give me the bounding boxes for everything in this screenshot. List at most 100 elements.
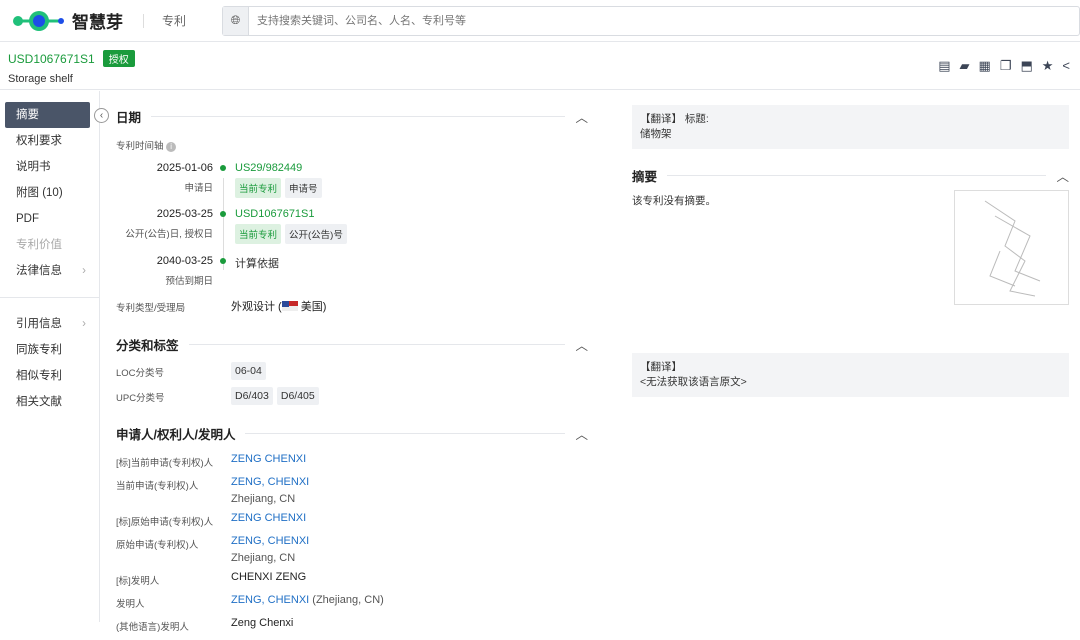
party-link[interactable]: ZENG, CHENXI [231, 594, 309, 606]
collapse-sidebar-button[interactable]: ‹ [94, 108, 109, 123]
sidebar-item-description[interactable]: 说明书 [5, 154, 90, 180]
section-title: 分类和标签 [116, 335, 179, 354]
loc-tag[interactable]: 06-04 [231, 362, 266, 380]
label: UPC分类号 [116, 388, 231, 404]
chevron-right-icon: › [82, 311, 86, 337]
search-input[interactable] [249, 7, 1079, 35]
sidebar-item-figures[interactable]: 附图 (10) [5, 180, 90, 206]
label: 原始申请(专利权)人 [116, 535, 231, 551]
chevron-up-icon[interactable]: ︿ [1056, 166, 1069, 185]
label: 专利时间轴 [116, 141, 164, 152]
us-flag-icon [282, 301, 298, 311]
tag: 公开(公告)号 [285, 224, 347, 244]
section-abstract-header[interactable]: 摘要︿ [632, 163, 1069, 187]
event-link[interactable]: USD1067671S1 [235, 208, 315, 220]
chevron-up-icon[interactable]: ︿ [575, 335, 588, 354]
folder-icon[interactable]: ▰ [960, 58, 970, 74]
divider [143, 14, 144, 28]
translation-text: <无法获取该语言原文> [640, 376, 747, 388]
globe-icon[interactable]: 🌐︎ [223, 7, 249, 35]
party-row: [标]发明人CHENXI ZENG [116, 571, 588, 587]
upc-tag[interactable]: D6/403 [231, 387, 273, 405]
translate-tag: 【翻译】 [640, 113, 682, 125]
sidebar-item-legal[interactable]: 法律信息› [5, 258, 90, 284]
divider [0, 297, 99, 298]
top-bar: 智慧芽 专利 🌐︎ [0, 0, 1080, 42]
section-classification-header[interactable]: 分类和标签 ︿ [116, 332, 588, 356]
party-link[interactable]: ZENG CHENXI [231, 453, 306, 465]
sidebar-item-similar[interactable]: 相似专利 [5, 363, 90, 389]
timeline-dot [220, 258, 226, 264]
party-link[interactable]: ZENG, CHENXI [231, 476, 309, 488]
title-translation: 【翻译】 标题: 储物架 [632, 105, 1069, 149]
save-to-workspace-icon[interactable]: ⬒ [1020, 58, 1032, 74]
patent-number[interactable]: USD1067671S1 [8, 52, 95, 66]
label: [标]当前申请(专利权)人 [116, 453, 231, 469]
upc-tag[interactable]: D6/405 [277, 387, 319, 405]
chevron-right-icon: › [82, 258, 86, 284]
abstract-translation: 【翻译】 <无法获取该语言原文> [632, 353, 1069, 397]
label: 当前申请(专利权)人 [116, 476, 231, 492]
status-badge: 授权 [103, 50, 135, 67]
parties-list: [标]当前申请(专利权)人ZENG CHENXI当前申请(专利权)人ZENG, … [116, 453, 588, 633]
event-date: 2025-01-06 [116, 162, 213, 174]
star-icon[interactable]: ★ [1042, 58, 1054, 74]
timeline-label: 专利时间轴 i [116, 138, 588, 152]
section-title: 日期 [116, 107, 141, 126]
timeline: 2025-01-06 US29/982449 申请日 当前专利申请号 2025-… [116, 156, 588, 296]
tag: 当前专利 [235, 224, 281, 244]
info-icon[interactable]: i [166, 142, 176, 152]
value: ZENG, CHENXI Zhejiang, CN [231, 476, 309, 505]
logo[interactable]: 智慧芽 [12, 8, 123, 33]
timeline-dot [220, 165, 226, 171]
event-link[interactable]: US29/982449 [235, 162, 302, 174]
party-row: 当前申请(专利权)人ZENG, CHENXI Zhejiang, CN [116, 476, 588, 505]
sidebar-item-claims[interactable]: 权利要求 [5, 128, 90, 154]
report-icon[interactable]: ▦ [979, 58, 991, 74]
party-name: CHENXI ZENG [231, 571, 306, 583]
translate-tag: 【翻译】 [640, 361, 682, 373]
export-pdf-icon[interactable]: ▤ [938, 58, 950, 74]
search-box: 🌐︎ [222, 6, 1080, 36]
party-location: Zhejiang, CN [231, 493, 309, 505]
sidebar-item-literature[interactable]: 相关文献 [5, 389, 90, 415]
type: 外观设计 ( [231, 301, 282, 313]
logo-icon [12, 10, 66, 32]
section-dates-header[interactable]: 日期 ︿ [116, 104, 588, 128]
section-title: 申请人/权利人/发明人 [116, 424, 235, 443]
event-date: 2025-03-25 [116, 208, 213, 220]
label: 专利类型/受理局 [116, 298, 231, 314]
share-icon[interactable]: < [1062, 58, 1070, 74]
party-location: (Zhejiang, CN) [309, 594, 384, 606]
patent-drawing-thumbnail[interactable] [954, 190, 1069, 305]
sidebar-item-abstract[interactable]: 摘要 [5, 102, 90, 128]
drawing-image [955, 191, 1068, 304]
timeline-line [223, 178, 224, 270]
label: 发明人 [116, 594, 231, 610]
patent-type-row: 专利类型/受理局外观设计 ( 美国) [116, 298, 588, 314]
party-link[interactable]: ZENG, CHENXI [231, 535, 309, 547]
section-parties-header[interactable]: 申请人/权利人/发明人 ︿ [116, 421, 588, 445]
upc-row: UPC分类号D6/403D6/405 [116, 387, 588, 405]
party-link[interactable]: ZENG CHENXI [231, 512, 306, 524]
event-label: 公开(公告)日, 授权日 [116, 226, 213, 240]
chevron-up-icon[interactable]: ︿ [575, 424, 588, 443]
nav-patent[interactable]: 专利 [162, 12, 186, 29]
brand-name: 智慧芽 [72, 8, 123, 33]
party-row: 原始申请(专利权)人ZENG, CHENXIZhejiang, CN [116, 535, 588, 564]
main-content: 日期 ︿ 专利时间轴 i 2025-01-06 US29/982449 申请日 当… [116, 104, 588, 640]
event-label: 申请日 [116, 180, 213, 194]
sidebar-item-value: 专利价值 [5, 232, 90, 258]
sidebar-item-pdf[interactable]: PDF [5, 206, 90, 232]
label: 标题: [685, 113, 709, 125]
tag: 当前专利 [235, 178, 281, 198]
sidebar-item-citations[interactable]: 引用信息› [5, 311, 90, 337]
compare-icon[interactable]: ❐ [1000, 58, 1012, 74]
translated-title: 储物架 [640, 128, 672, 140]
sidebar-item-family[interactable]: 同族专利 [5, 337, 90, 363]
value: 外观设计 ( 美国) [231, 298, 326, 314]
party-row: 发明人ZENG, CHENXI (Zhejiang, CN) [116, 594, 588, 610]
chevron-up-icon[interactable]: ︿ [575, 107, 588, 126]
value: ZENG CHENXI [231, 453, 306, 465]
calc-basis[interactable]: 计算依据 [235, 255, 279, 271]
